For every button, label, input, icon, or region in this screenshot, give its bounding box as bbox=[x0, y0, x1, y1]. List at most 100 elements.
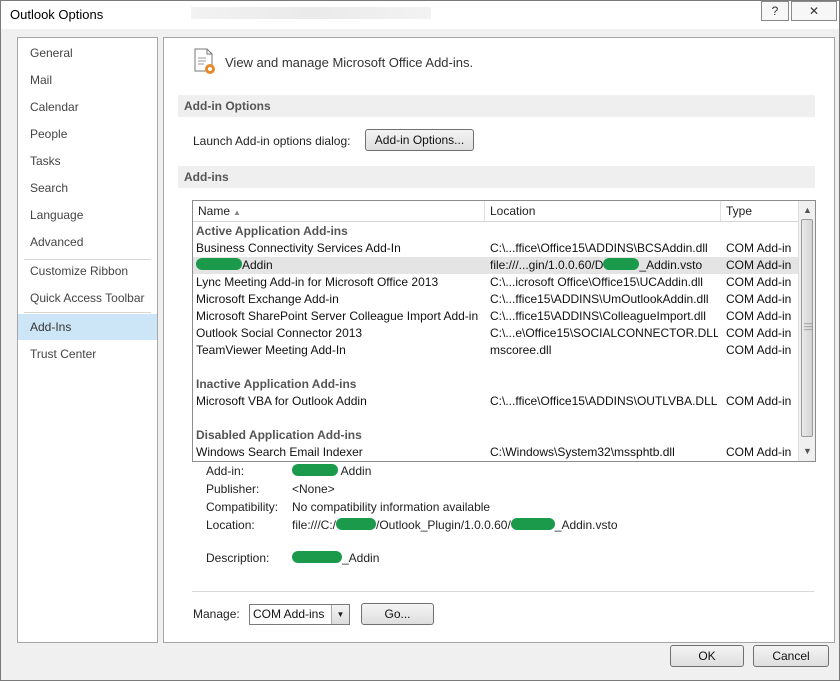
chevron-down-icon[interactable]: ▼ bbox=[331, 605, 349, 624]
column-header-name[interactable]: Name ▲ bbox=[193, 201, 485, 221]
redaction-mark bbox=[603, 258, 640, 270]
addin-type: COM Add-in bbox=[726, 326, 792, 340]
detail-addin-value: Addin bbox=[292, 464, 371, 478]
addin-name: Microsoft VBA for Outlook Addin bbox=[196, 394, 367, 408]
addins-page-icon bbox=[194, 48, 215, 74]
help-button[interactable]: ? bbox=[761, 1, 789, 21]
addin-location: file:///...gin/1.0.0.60/D _Addin.vsto bbox=[490, 257, 718, 274]
manage-selected-value: COM Add-ins bbox=[253, 607, 325, 621]
group-active-addins: Active Application Add-ins bbox=[196, 224, 348, 238]
addins-list-header: Name ▲ Location Type bbox=[193, 201, 798, 222]
manage-divider bbox=[192, 591, 814, 592]
addin-type: COM Add-in bbox=[726, 241, 792, 255]
addin-type: COM Add-in bbox=[726, 343, 792, 357]
section-header-addin-options: Add-in Options bbox=[178, 95, 815, 117]
table-row[interactable]: Microsoft VBA for Outlook Addin C:\...ff… bbox=[193, 393, 798, 410]
launch-addin-options-label: Launch Add-in options dialog: bbox=[193, 134, 351, 148]
column-header-name-label: Name bbox=[198, 204, 231, 218]
table-row[interactable]: Business Connectivity Services Add-In C:… bbox=[193, 240, 798, 257]
addin-name: Lync Meeting Add-in for Microsoft Office… bbox=[196, 275, 439, 289]
redaction-mark bbox=[510, 518, 555, 530]
addin-name: Windows Search Email Indexer bbox=[196, 445, 363, 459]
detail-compatibility-value: No compatibility information available bbox=[292, 500, 491, 514]
description-text: _Addin bbox=[342, 551, 380, 565]
ok-button[interactable]: OK bbox=[670, 645, 744, 667]
outlook-options-dialog: Outlook Options ? ✕ General Mail Calenda… bbox=[0, 0, 840, 681]
window-title: Outlook Options bbox=[10, 7, 104, 22]
detail-publisher-label: Publisher: bbox=[206, 482, 260, 496]
addin-options-button[interactable]: Add-in Options... bbox=[365, 129, 474, 151]
sidebar-item-customize-ribbon[interactable]: Customize Ribbon bbox=[18, 258, 157, 284]
scroll-up-icon[interactable]: ▲ bbox=[799, 202, 815, 218]
sidebar-item-people[interactable]: People bbox=[18, 121, 157, 147]
addin-name-text: Addin bbox=[242, 258, 273, 272]
location-middle: /Outlook_Plugin/1.0.0.60/ bbox=[376, 518, 511, 532]
detail-location-label: Location: bbox=[206, 518, 255, 532]
column-header-type[interactable]: Type bbox=[721, 201, 798, 221]
addin-type: COM Add-in bbox=[726, 309, 792, 323]
detail-addin-text: Addin bbox=[340, 464, 372, 478]
detail-location-value: file:///C:/ /Outlook_Plugin/1.0.0.60/ _Add… bbox=[292, 518, 618, 532]
column-header-location[interactable]: Location bbox=[485, 201, 721, 221]
detail-description-value: _Addin bbox=[292, 551, 379, 565]
addin-location: mscoree.dll bbox=[490, 343, 552, 357]
sidebar-item-trust-center[interactable]: Trust Center bbox=[18, 341, 157, 367]
sidebar-divider bbox=[24, 312, 151, 313]
table-row[interactable]: Lync Meeting Add-in for Microsoft Office… bbox=[193, 274, 798, 291]
addin-location: C:\...icrosoft Office\Office15\UCAddin.d… bbox=[490, 275, 703, 289]
sidebar-item-language[interactable]: Language bbox=[18, 202, 157, 228]
addins-list[interactable]: Name ▲ Location Type Active Application A… bbox=[192, 200, 816, 462]
title-bar: Outlook Options ? ✕ bbox=[1, 1, 839, 29]
table-row[interactable]: Windows Search Email Indexer C:\Windows\… bbox=[193, 444, 798, 461]
grip-icon: — — — bbox=[804, 319, 812, 334]
sidebar-item-search[interactable]: Search bbox=[18, 175, 157, 201]
sidebar-item-calendar[interactable]: Calendar bbox=[18, 94, 157, 120]
detail-addin-label: Add-in: bbox=[206, 464, 245, 478]
close-button[interactable]: ✕ bbox=[791, 1, 837, 21]
sidebar-item-mail[interactable]: Mail bbox=[18, 67, 157, 93]
addin-location: C:\...ffice15\ADDINS\ColleagueImport.dll bbox=[490, 309, 706, 323]
addin-type: COM Add-in bbox=[726, 445, 792, 459]
table-row-selected[interactable]: Addin file:///...gin/1.0.0.60/D _Addin.vs… bbox=[193, 257, 798, 274]
sidebar-item-advanced[interactable]: Advanced bbox=[18, 229, 157, 255]
scroll-thumb[interactable]: — — — bbox=[801, 219, 813, 437]
addin-type: COM Add-in bbox=[726, 275, 792, 289]
table-row[interactable]: TeamViewer Meeting Add-In mscoree.dll CO… bbox=[193, 342, 798, 359]
section-header-addins: Add-ins bbox=[178, 166, 815, 188]
sidebar-item-quick-access-toolbar[interactable]: Quick Access Toolbar bbox=[18, 285, 157, 311]
addin-type: COM Add-in bbox=[726, 394, 792, 408]
sidebar-item-add-ins[interactable]: Add-Ins bbox=[18, 314, 157, 340]
manage-dropdown[interactable]: COM Add-ins ▼ bbox=[249, 604, 350, 625]
addin-name: Outlook Social Connector 2013 bbox=[196, 326, 363, 340]
redaction-mark bbox=[336, 518, 377, 530]
page-heading: View and manage Microsoft Office Add-ins… bbox=[225, 55, 474, 70]
addin-name: Microsoft SharePoint Server Colleague Im… bbox=[196, 309, 479, 323]
sidebar-item-tasks[interactable]: Tasks bbox=[18, 148, 157, 174]
redaction-mark bbox=[196, 258, 242, 270]
manage-label: Manage: bbox=[193, 607, 240, 621]
addins-panel: View and manage Microsoft Office Add-ins… bbox=[163, 37, 835, 643]
addin-location: C:\...e\Office15\SOCIALCONNECTOR.DLL bbox=[490, 326, 718, 340]
table-row[interactable]: Microsoft Exchange Add-in C:\...ffice15\… bbox=[193, 291, 798, 308]
group-disabled-addins: Disabled Application Add-ins bbox=[196, 428, 362, 442]
vertical-scrollbar[interactable]: ▲ — — — ▼ bbox=[798, 201, 815, 461]
options-sidebar: General Mail Calendar People Tasks Searc… bbox=[17, 37, 158, 643]
addin-name: Business Connectivity Services Add-In bbox=[196, 241, 401, 255]
addin-type: COM Add-in bbox=[726, 258, 792, 272]
cancel-button[interactable]: Cancel bbox=[753, 645, 829, 667]
go-button[interactable]: Go... bbox=[361, 603, 434, 625]
addin-name: Addin bbox=[196, 257, 481, 274]
table-row[interactable]: Microsoft SharePoint Server Colleague Im… bbox=[193, 308, 798, 325]
sort-ascending-icon: ▲ bbox=[233, 208, 241, 217]
addin-name: Microsoft Exchange Add-in bbox=[196, 292, 339, 306]
addin-location: C:\Windows\System32\mssphtb.dll bbox=[490, 445, 675, 459]
group-inactive-addins: Inactive Application Add-ins bbox=[196, 377, 357, 391]
addin-location: C:\...ffice\Office15\ADDINS\BCSAddin.dll bbox=[490, 241, 708, 255]
scroll-down-icon[interactable]: ▼ bbox=[799, 443, 815, 459]
addin-type: COM Add-in bbox=[726, 292, 792, 306]
table-row[interactable]: Outlook Social Connector 2013 C:\...e\Of… bbox=[193, 325, 798, 342]
detail-publisher-value: <None> bbox=[292, 482, 335, 496]
detail-description-label: Description: bbox=[206, 551, 270, 565]
blurred-background bbox=[191, 7, 431, 19]
sidebar-item-general[interactable]: General bbox=[18, 40, 157, 66]
